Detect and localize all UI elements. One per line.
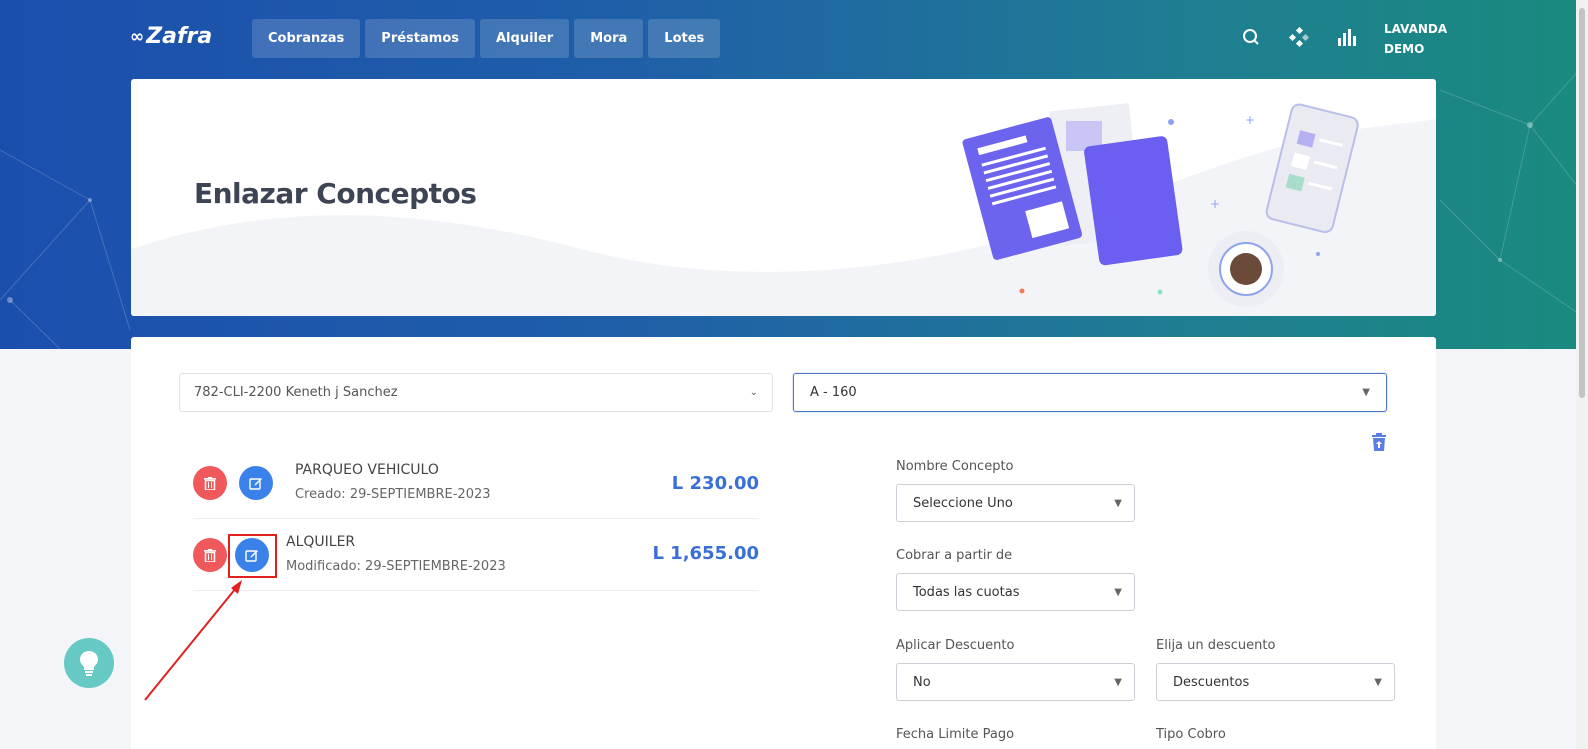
elija-descuento-value: Descuentos	[1173, 674, 1250, 690]
logo-text: Zafra	[146, 24, 213, 49]
item-title: PARQUEO VEHICULO	[295, 462, 439, 478]
user-name-line2: DEMO	[1384, 42, 1425, 56]
nav-prestamos[interactable]: Préstamos	[365, 19, 475, 58]
page-banner: Enlazar Conceptos + +	[131, 79, 1436, 316]
lot-select[interactable]: A - 160 ▼	[793, 373, 1387, 412]
user-name-line1: LAVANDA	[1384, 22, 1448, 36]
edit-icon	[249, 478, 262, 490]
item-date: Modificado: 29-SEPTIEMBRE-2023	[286, 559, 506, 574]
delete-button[interactable]	[193, 466, 227, 500]
svg-text:+: +	[1245, 113, 1255, 127]
page-scrollbar[interactable]	[1576, 0, 1588, 749]
stats-icon[interactable]	[1336, 26, 1358, 48]
top-icons	[1240, 26, 1358, 48]
nombre-concepto-select[interactable]: Seleccione Uno ▼	[896, 484, 1135, 522]
apps-icon[interactable]	[1288, 26, 1310, 48]
chevron-down-icon: ▼	[1114, 676, 1122, 688]
scrollbar-thumb[interactable]	[1579, 8, 1585, 398]
list-item: ALQUILER Modificado: 29-SEPTIEMBRE-2023 …	[193, 519, 759, 591]
help-button[interactable]	[64, 638, 114, 688]
trash-icon[interactable]	[1371, 433, 1387, 455]
search-icon[interactable]	[1240, 26, 1262, 48]
nav-cobranzas[interactable]: Cobranzas	[252, 19, 361, 58]
cobrar-desde-label: Cobrar a partir de	[896, 548, 1013, 563]
top-navbar: ∞ Zafra Cobranzas Préstamos Alquiler Mor…	[0, 0, 1588, 78]
documents-illustration-icon: ++	[962, 103, 1359, 307]
highlight-box	[228, 534, 277, 578]
chevron-down-icon: ⌄	[749, 387, 758, 398]
nombre-concepto-value: Seleccione Uno	[913, 495, 1013, 511]
chevron-down-icon: ▼	[1114, 497, 1122, 509]
nav-lotes[interactable]: Lotes	[648, 19, 721, 58]
list-item: PARQUEO VEHICULO Creado: 29-SEPTIEMBRE-2…	[193, 447, 759, 519]
app-logo[interactable]: ∞ Zafra	[130, 24, 212, 49]
user-menu[interactable]: LAVANDA DEMO	[1384, 19, 1447, 59]
aplicar-descuento-select[interactable]: No ▼	[896, 663, 1135, 701]
logo-icon: ∞	[130, 26, 145, 47]
main-nav: Cobranzas Préstamos Alquiler Mora Lotes	[252, 19, 721, 58]
cobrar-desde-value: Todas las cuotas	[913, 584, 1020, 600]
tipo-cobro-label: Tipo Cobro	[1156, 727, 1226, 742]
trash-icon	[204, 476, 216, 490]
lot-select-value: A - 160	[810, 385, 857, 400]
chevron-down-icon: ▼	[1362, 387, 1370, 398]
elija-descuento-select[interactable]: Descuentos ▼	[1156, 663, 1395, 701]
main-card: 782-CLI-2200 Keneth j Sanchez ⌄ A - 160 …	[131, 337, 1436, 749]
item-amount: L 230.00	[671, 473, 759, 494]
svg-text:+: +	[1210, 197, 1220, 211]
nav-mora[interactable]: Mora	[574, 19, 644, 58]
lightbulb-icon	[80, 651, 98, 676]
item-date: Creado: 29-SEPTIEMBRE-2023	[295, 487, 491, 502]
nav-alquiler[interactable]: Alquiler	[480, 19, 570, 58]
aplicar-descuento-label: Aplicar Descuento	[896, 638, 1015, 653]
chevron-down-icon: ▼	[1114, 586, 1122, 598]
elija-descuento-label: Elija un descuento	[1156, 638, 1276, 653]
item-title: ALQUILER	[286, 534, 356, 550]
delete-button[interactable]	[193, 538, 227, 572]
client-select[interactable]: 782-CLI-2200 Keneth j Sanchez ⌄	[179, 373, 773, 412]
client-select-value: 782-CLI-2200 Keneth j Sanchez	[194, 385, 398, 400]
chevron-down-icon: ▼	[1374, 676, 1382, 688]
edit-button[interactable]	[239, 466, 273, 500]
fecha-limite-label: Fecha Limite Pago	[896, 727, 1015, 742]
item-amount: L 1,655.00	[652, 543, 759, 564]
nombre-concepto-label: Nombre Concepto	[896, 459, 1014, 474]
cobrar-desde-select[interactable]: Todas las cuotas ▼	[896, 573, 1135, 611]
aplicar-descuento-value: No	[913, 674, 931, 690]
trash-icon	[204, 548, 216, 562]
